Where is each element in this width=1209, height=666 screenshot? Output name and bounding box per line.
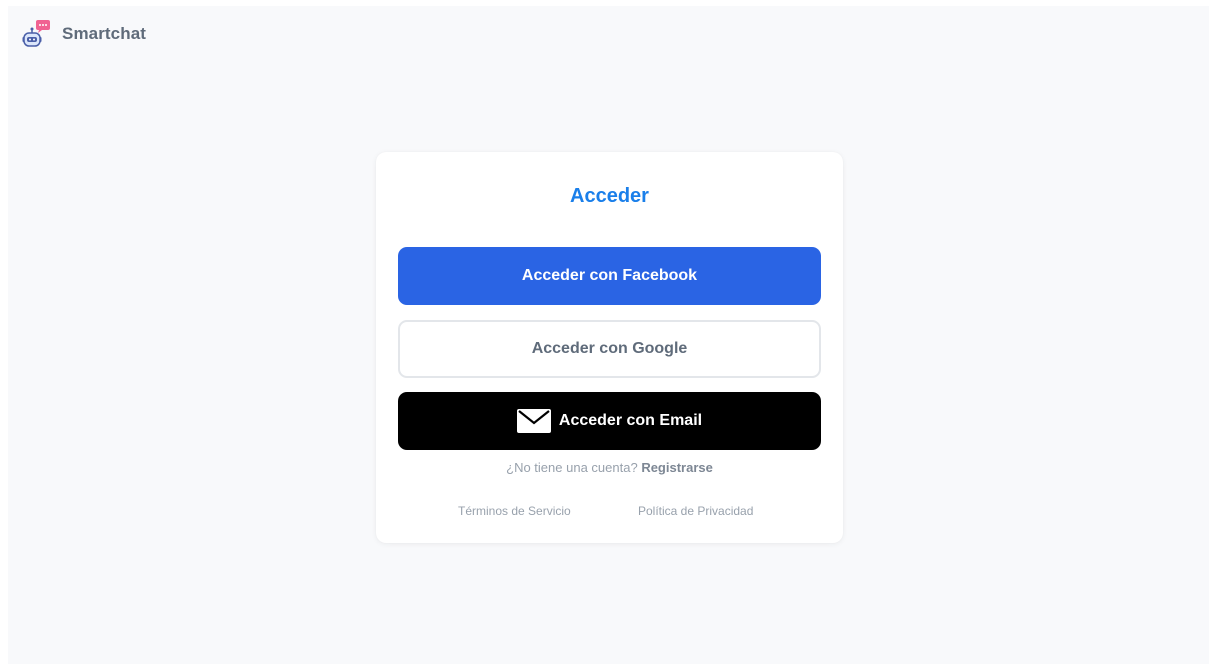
facebook-login-button[interactable]: Acceder con Facebook bbox=[398, 247, 821, 305]
robot-chat-icon bbox=[22, 20, 50, 47]
email-login-button[interactable]: Acceder con Email bbox=[398, 392, 821, 450]
envelope-icon bbox=[516, 409, 551, 433]
login-title: Acceder bbox=[570, 185, 649, 207]
email-login-label: Acceder con Email bbox=[558, 412, 703, 429]
brand-name: Smartchat bbox=[62, 24, 147, 43]
google-login-button[interactable]: Acceder con Google bbox=[398, 320, 821, 378]
page-background: Smartchat Acceder Acceder con Facebook A… bbox=[8, 6, 1209, 664]
terms-link[interactable]: Términos de Servicio bbox=[458, 504, 571, 518]
signup-link[interactable]: Registrarse bbox=[641, 460, 713, 475]
privacy-link[interactable]: Política de Privacidad bbox=[638, 504, 753, 518]
signup-prompt-line: ¿No tiene una cuenta? Registrarse bbox=[376, 460, 843, 475]
login-card: Acceder Acceder con Facebook Acceder con… bbox=[376, 152, 843, 543]
brand-header[interactable]: Smartchat bbox=[22, 19, 146, 49]
facebook-login-label: Acceder con Facebook bbox=[521, 267, 698, 284]
signup-prompt: ¿No tiene una cuenta? bbox=[506, 460, 638, 475]
google-login-label: Acceder con Google bbox=[531, 340, 688, 357]
